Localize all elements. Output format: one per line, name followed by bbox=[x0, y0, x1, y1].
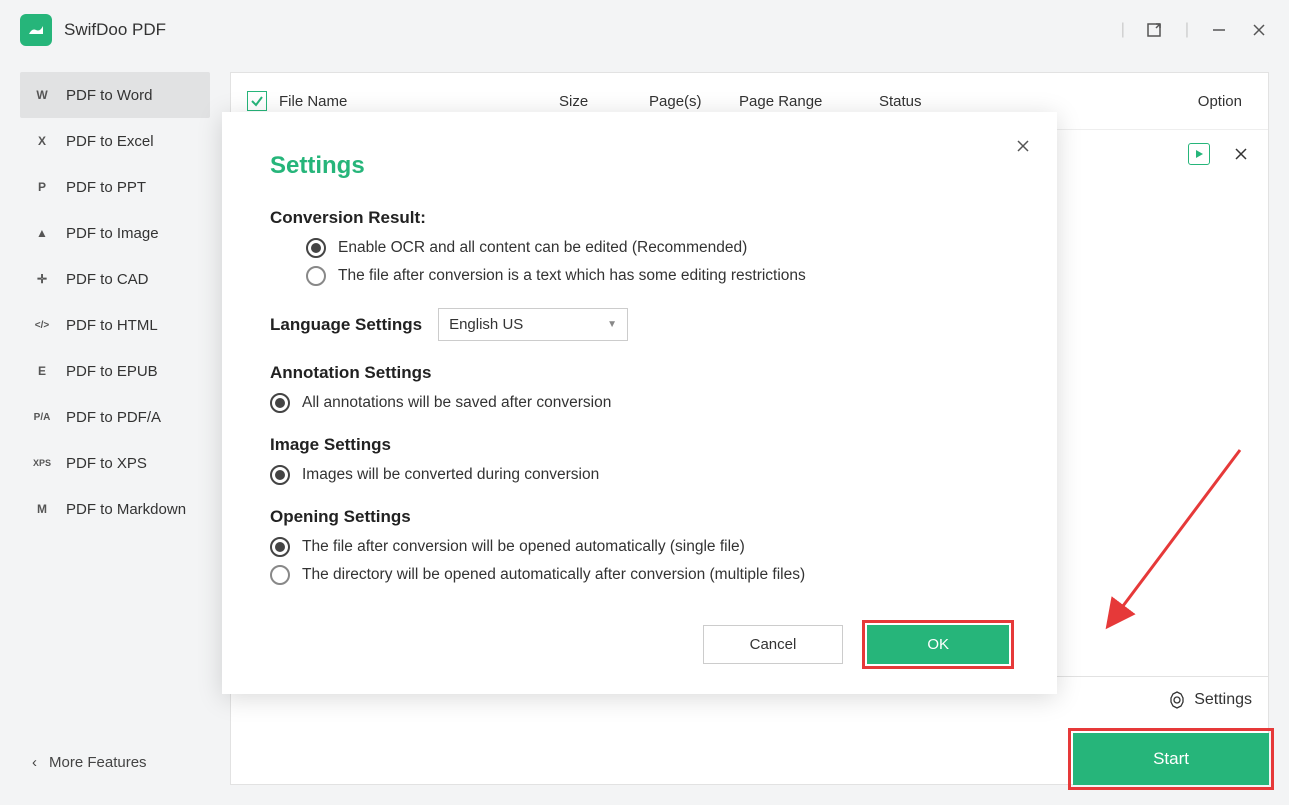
excel-icon: X bbox=[32, 132, 52, 150]
modal-close-icon[interactable] bbox=[1013, 136, 1033, 156]
radio-label: The directory will be opened automatical… bbox=[302, 566, 805, 584]
minimize-icon[interactable] bbox=[1209, 20, 1229, 40]
radio-icon bbox=[306, 238, 326, 258]
radio-open-directory[interactable]: The directory will be opened automatical… bbox=[270, 565, 1009, 585]
close-icon[interactable] bbox=[1249, 20, 1269, 40]
col-status: Status bbox=[879, 93, 979, 110]
app-title: SwifDoo PDF bbox=[64, 20, 166, 40]
more-features-label: More Features bbox=[49, 754, 147, 771]
sidebar-item-pdf-to-pdfa[interactable]: P/A PDF to PDF/A bbox=[20, 394, 210, 440]
sidebar-item-pdf-to-image[interactable]: ▲ PDF to Image bbox=[20, 210, 210, 256]
sidebar-item-pdf-to-markdown[interactable]: M PDF to Markdown bbox=[20, 486, 210, 532]
radio-ocr-enabled[interactable]: Enable OCR and all content can be edited… bbox=[306, 238, 1009, 258]
radio-icon bbox=[306, 266, 326, 286]
sidebar-item-label: PDF to Excel bbox=[66, 133, 154, 150]
col-size: Size bbox=[559, 93, 649, 110]
radio-label: Enable OCR and all content can be edited… bbox=[338, 239, 747, 257]
col-option: Option bbox=[1198, 93, 1252, 110]
titlebar: SwifDoo PDF | | bbox=[0, 0, 1289, 60]
epub-icon: E bbox=[32, 362, 52, 380]
select-all-checkbox[interactable] bbox=[247, 91, 267, 111]
ok-button[interactable]: OK bbox=[867, 625, 1009, 664]
sidebar-item-pdf-to-ppt[interactable]: P PDF to PPT bbox=[20, 164, 210, 210]
radio-label: Images will be converted during conversi… bbox=[302, 466, 599, 484]
language-value: English US bbox=[449, 316, 523, 333]
col-pages: Page(s) bbox=[649, 93, 739, 110]
separator: | bbox=[1185, 21, 1189, 39]
image-icon: ▲ bbox=[32, 224, 52, 242]
radio-icon bbox=[270, 393, 290, 413]
sidebar-item-pdf-to-cad[interactable]: ✛ PDF to CAD bbox=[20, 256, 210, 302]
ppt-icon: P bbox=[32, 178, 52, 196]
markdown-icon: M bbox=[32, 500, 52, 518]
annotation-heading: Annotation Settings bbox=[270, 363, 1009, 383]
word-icon: W bbox=[32, 86, 52, 104]
sidebar-item-pdf-to-word[interactable]: W PDF to Word bbox=[20, 72, 210, 118]
chevron-down-icon: ▼ bbox=[607, 319, 617, 330]
sidebar: W PDF to Word X PDF to Excel P PDF to PP… bbox=[20, 72, 210, 785]
language-heading: Language Settings bbox=[270, 315, 422, 335]
window-icon[interactable] bbox=[1145, 20, 1165, 40]
sidebar-item-label: PDF to PPT bbox=[66, 179, 146, 196]
settings-button[interactable]: Settings bbox=[1168, 691, 1252, 709]
sidebar-item-pdf-to-epub[interactable]: E PDF to EPUB bbox=[20, 348, 210, 394]
chevron-left-icon: ‹ bbox=[32, 754, 37, 771]
settings-modal: Settings Conversion Result: Enable OCR a… bbox=[222, 112, 1057, 694]
radio-icon bbox=[270, 565, 290, 585]
sidebar-item-pdf-to-html[interactable]: </> PDF to HTML bbox=[20, 302, 210, 348]
radio-text-only[interactable]: The file after conversion is a text whic… bbox=[306, 266, 1009, 286]
radio-icon bbox=[270, 537, 290, 557]
sidebar-item-label: PDF to EPUB bbox=[66, 363, 158, 380]
separator: | bbox=[1121, 21, 1125, 39]
html-icon: </> bbox=[32, 316, 52, 334]
start-button[interactable]: Start bbox=[1073, 733, 1269, 785]
settings-label: Settings bbox=[1194, 691, 1252, 709]
language-select[interactable]: English US ▼ bbox=[438, 308, 628, 341]
col-page-range: Page Range bbox=[739, 93, 879, 110]
radio-icon bbox=[270, 465, 290, 485]
sidebar-item-pdf-to-excel[interactable]: X PDF to Excel bbox=[20, 118, 210, 164]
sidebar-item-pdf-to-xps[interactable]: XPS PDF to XPS bbox=[20, 440, 210, 486]
radio-label: The file after conversion is a text whic… bbox=[338, 267, 806, 285]
sidebar-item-label: PDF to Word bbox=[66, 87, 152, 104]
sidebar-item-label: PDF to PDF/A bbox=[66, 409, 161, 426]
modal-title: Settings bbox=[270, 152, 1009, 180]
gear-icon bbox=[1168, 691, 1186, 709]
col-filename: File Name bbox=[279, 93, 559, 110]
radio-annotations-saved[interactable]: All annotations will be saved after conv… bbox=[270, 393, 1009, 413]
radio-label: All annotations will be saved after conv… bbox=[302, 394, 611, 412]
pdfa-icon: P/A bbox=[32, 408, 52, 426]
opening-heading: Opening Settings bbox=[270, 507, 1009, 527]
preview-icon[interactable] bbox=[1188, 143, 1210, 165]
more-features-button[interactable]: ‹ More Features bbox=[20, 740, 210, 785]
sidebar-item-label: PDF to CAD bbox=[66, 271, 149, 288]
sidebar-item-label: PDF to XPS bbox=[66, 455, 147, 472]
remove-icon[interactable] bbox=[1230, 143, 1252, 165]
image-heading: Image Settings bbox=[270, 435, 1009, 455]
radio-label: The file after conversion will be opened… bbox=[302, 538, 745, 556]
sidebar-item-label: PDF to Image bbox=[66, 225, 159, 242]
radio-images-converted[interactable]: Images will be converted during conversi… bbox=[270, 465, 1009, 485]
sidebar-item-label: PDF to HTML bbox=[66, 317, 158, 334]
xps-icon: XPS bbox=[32, 454, 52, 472]
cancel-button[interactable]: Cancel bbox=[703, 625, 844, 664]
conversion-result-heading: Conversion Result: bbox=[270, 208, 1009, 228]
cad-icon: ✛ bbox=[32, 270, 52, 288]
sidebar-item-label: PDF to Markdown bbox=[66, 501, 186, 518]
radio-open-single[interactable]: The file after conversion will be opened… bbox=[270, 537, 1009, 557]
app-logo bbox=[20, 14, 52, 46]
